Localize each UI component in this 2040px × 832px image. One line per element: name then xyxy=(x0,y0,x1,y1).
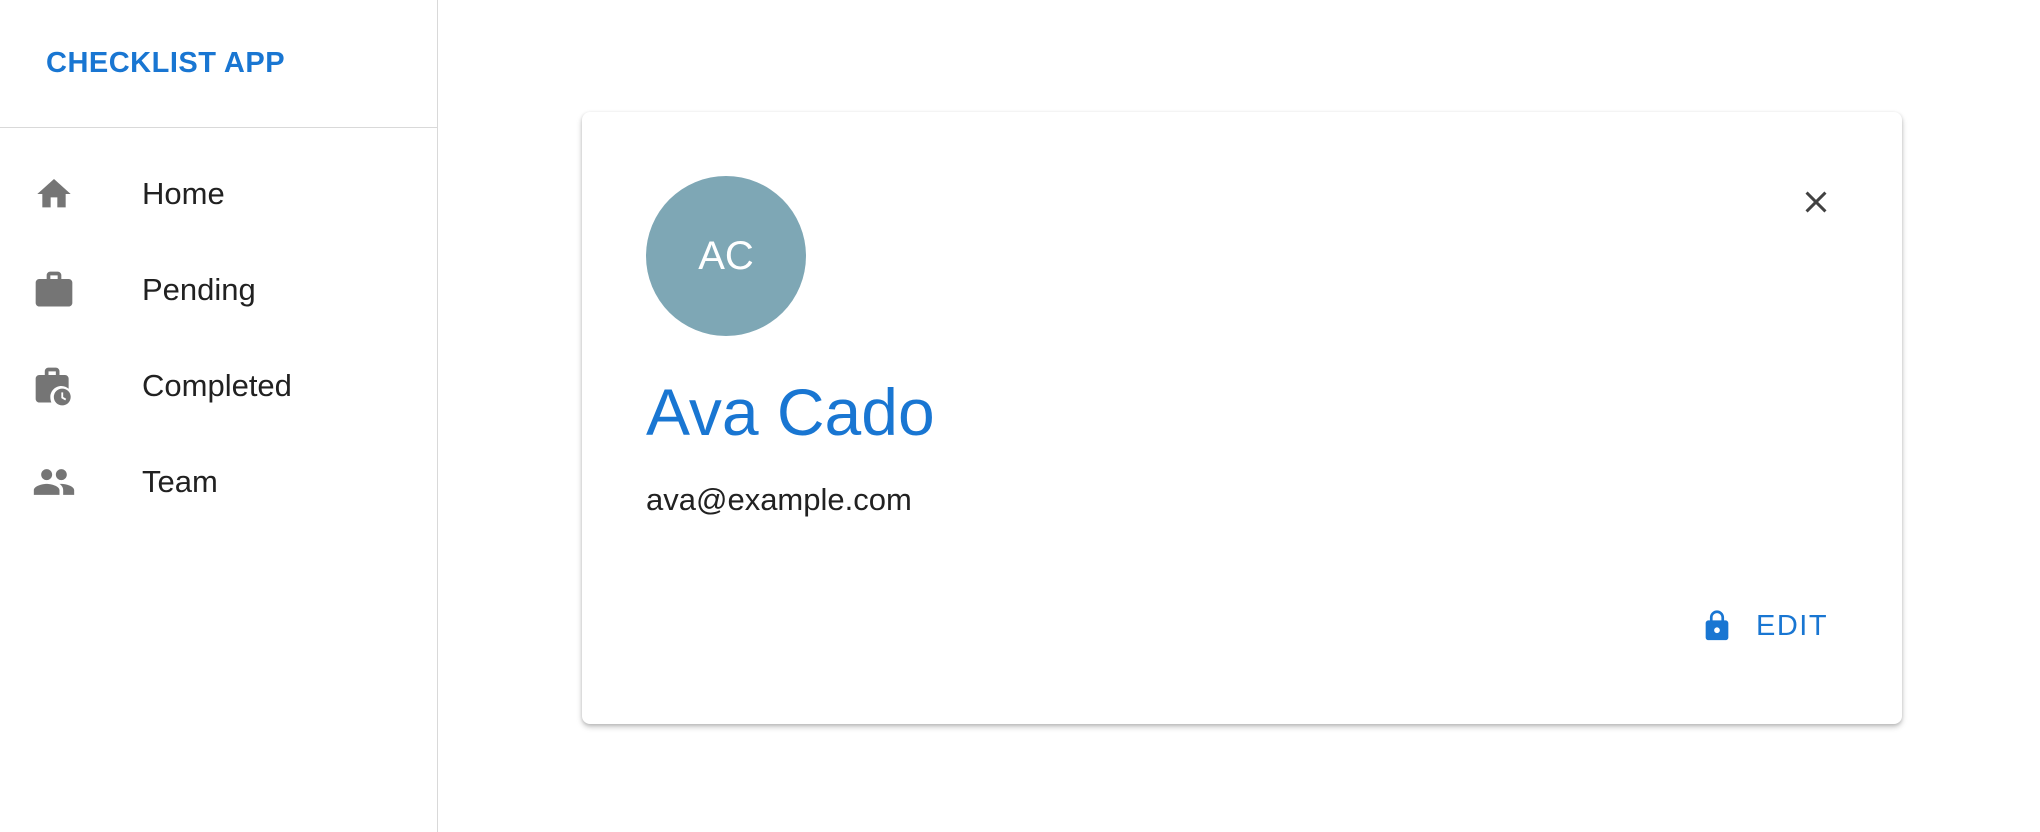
sidebar-header: CHECKLIST APP xyxy=(0,0,437,128)
sidebar-item-label: Completed xyxy=(142,368,292,403)
briefcase-clock-icon xyxy=(32,364,76,408)
sidebar-item-home[interactable]: Home xyxy=(0,146,437,242)
sidebar: CHECKLIST APP Home Pending Completed Tea… xyxy=(0,0,438,832)
edit-button-label: EDIT xyxy=(1756,609,1829,642)
sidebar-item-completed[interactable]: Completed xyxy=(0,338,437,434)
sidebar-item-label: Pending xyxy=(142,272,256,307)
close-icon xyxy=(1798,184,1834,225)
avatar-initials: AC xyxy=(698,233,754,278)
lock-icon xyxy=(1700,606,1734,646)
profile-email: ava@example.com xyxy=(646,482,912,517)
sidebar-item-pending[interactable]: Pending xyxy=(0,242,437,338)
app-title: CHECKLIST APP xyxy=(46,47,286,79)
profile-name: Ava Cado xyxy=(646,375,935,449)
close-button[interactable] xyxy=(1790,178,1842,230)
sidebar-item-label: Home xyxy=(142,176,225,211)
people-icon xyxy=(32,460,76,504)
sidebar-item-team[interactable]: Team xyxy=(0,434,437,530)
edit-button[interactable]: EDIT xyxy=(1700,596,1828,656)
app-root: CHECKLIST APP Home Pending Completed Tea… xyxy=(0,0,2040,832)
sidebar-item-label: Team xyxy=(142,464,218,499)
home-icon xyxy=(32,172,76,216)
briefcase-icon xyxy=(32,268,76,312)
profile-card: AC Ava Cado ava@example.com EDIT xyxy=(582,112,1902,724)
avatar: AC xyxy=(646,176,806,336)
